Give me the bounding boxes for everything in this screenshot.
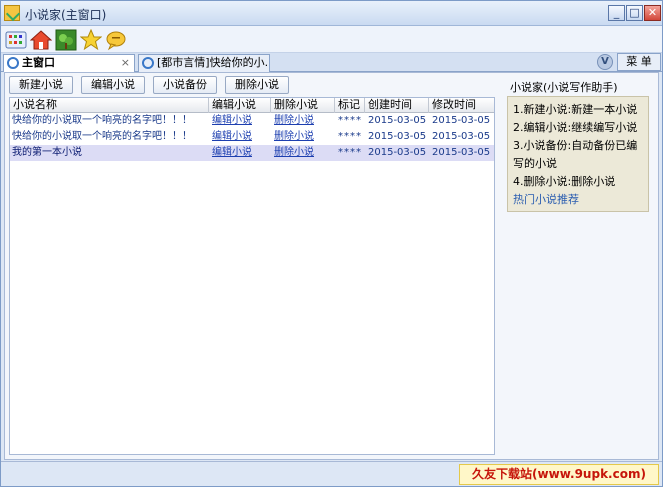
close-button[interactable]: ✕ — [644, 5, 661, 21]
browser-icon — [7, 57, 19, 69]
help-line: 写的小说 — [513, 157, 557, 170]
created-time: 2015-03-05 10 — [368, 115, 429, 126]
modified-time: 2015-03-05 10 — [432, 147, 494, 158]
created-time: 2015-03-05 10 — [368, 147, 429, 158]
edit-novel-link[interactable]: 编辑小说 — [210, 113, 270, 129]
minimize-button[interactable]: _ — [608, 5, 625, 21]
menu-button[interactable]: 菜 单 — [617, 53, 661, 71]
tree-icon[interactable] — [55, 29, 77, 51]
tab-novel[interactable]: [都市言情]快给你的小.. — [138, 54, 270, 72]
novel-name: 我的第一本小说 — [12, 147, 82, 158]
app-logo-icon — [4, 5, 20, 21]
tab-dropdown-button[interactable]: V — [597, 54, 613, 70]
help-line: 4.删除小说:删除小说 — [513, 175, 616, 188]
help-line: 3.小说备份:自动备份已编 — [513, 139, 638, 152]
edit-novel-link[interactable]: 编辑小说 — [210, 145, 270, 161]
help-line: 2.编辑小说:继续编写小说 — [513, 121, 638, 134]
table-row[interactable]: 快给你的小说取一个响亮的名字吧！！！ 编辑小说 删除小说 **** 2015-0… — [10, 113, 494, 129]
novel-mark: **** — [338, 131, 362, 142]
novel-mark: **** — [338, 115, 362, 126]
app-grid-icon[interactable] — [5, 29, 27, 51]
created-time: 2015-03-05 10 — [368, 131, 429, 142]
column-header-edit[interactable]: 编辑小说 — [209, 98, 271, 113]
novel-name: 快给你的小说取一个响亮的名字吧！！！ — [12, 115, 192, 126]
help-box: 1.新建小说:新建一本小说 2.编辑小说:继续编写小说 3.小说备份:自动备份已… — [507, 96, 649, 212]
table-header: 小说名称 编辑小说 删除小说 标记 创建时间 修改时间 — [10, 98, 494, 113]
table-row[interactable]: 快给你的小说取一个响亮的名字吧！！！ 编辑小说 删除小说 **** 2015-0… — [10, 129, 494, 145]
column-header-name[interactable]: 小说名称 — [10, 98, 209, 113]
delete-novel-link[interactable]: 删除小说 — [272, 129, 334, 145]
status-bar: 久友下载站(www.9upk.com) — [1, 461, 662, 486]
main-content: 新建小说 编辑小说 小说备份 删除小说 小说名称 编辑小说 删除小说 标记 创建… — [4, 72, 659, 460]
novel-mark: **** — [338, 147, 362, 158]
edit-novel-button[interactable]: 编辑小说 — [81, 76, 145, 94]
column-header-mark[interactable]: 标记 — [335, 98, 365, 113]
new-novel-button[interactable]: 新建小说 — [9, 76, 73, 94]
tab-close-icon[interactable]: × — [121, 55, 130, 71]
title-bar[interactable]: 小说家(主窗口) _ □ ✕ — [1, 1, 662, 26]
tab-main-window[interactable]: 主窗口 × — [3, 54, 135, 72]
delete-novel-link[interactable]: 删除小说 — [272, 113, 334, 129]
window-title: 小说家(主窗口) — [25, 8, 107, 22]
column-header-created[interactable]: 创建时间 — [365, 98, 429, 113]
main-window: 小说家(主窗口) _ □ ✕ 主窗口 × [都市言情]快给你的小.. V 菜 单… — [0, 0, 663, 487]
delete-novel-link[interactable]: 删除小说 — [272, 145, 334, 161]
modified-time: 2015-03-05 10 — [432, 115, 494, 126]
delete-novel-button[interactable]: 删除小说 — [225, 76, 289, 94]
tab-bar: 主窗口 × [都市言情]快给你的小.. — [1, 53, 662, 72]
edit-novel-link[interactable]: 编辑小说 — [210, 129, 270, 145]
help-title: 小说家(小说写作助手) — [510, 81, 618, 94]
help-panel: 小说家(小说写作助手) 1.新建小说:新建一本小说 2.编辑小说:继续编写小说 … — [502, 76, 649, 282]
column-header-delete[interactable]: 删除小说 — [271, 98, 335, 113]
home-icon[interactable] — [29, 29, 53, 51]
novel-list[interactable]: 小说名称 编辑小说 删除小说 标记 创建时间 修改时间 快给你的小说取一个响亮的… — [9, 97, 495, 455]
help-line: 1.新建小说:新建一本小说 — [513, 103, 638, 116]
star-icon[interactable] — [79, 28, 103, 51]
tab-label: [都市言情]快给你的小.. — [157, 56, 270, 69]
tab-label: 主窗口 — [22, 56, 55, 69]
modified-time: 2015-03-05 10 — [432, 131, 494, 142]
browser-icon — [142, 57, 154, 69]
chat-icon[interactable] — [105, 29, 127, 51]
site-watermark: 久友下载站(www.9upk.com) — [459, 464, 659, 485]
hot-novels-link[interactable]: 热门小说推荐 — [513, 191, 579, 207]
novel-name: 快给你的小说取一个响亮的名字吧！！！ — [12, 131, 192, 142]
column-header-modified[interactable]: 修改时间 — [429, 98, 494, 113]
maximize-button[interactable]: □ — [626, 5, 643, 21]
backup-novel-button[interactable]: 小说备份 — [153, 76, 217, 94]
table-row-selected[interactable]: 我的第一本小说 编辑小说 删除小说 **** 2015-03-05 10 201… — [10, 145, 494, 161]
toolbar — [1, 26, 662, 53]
